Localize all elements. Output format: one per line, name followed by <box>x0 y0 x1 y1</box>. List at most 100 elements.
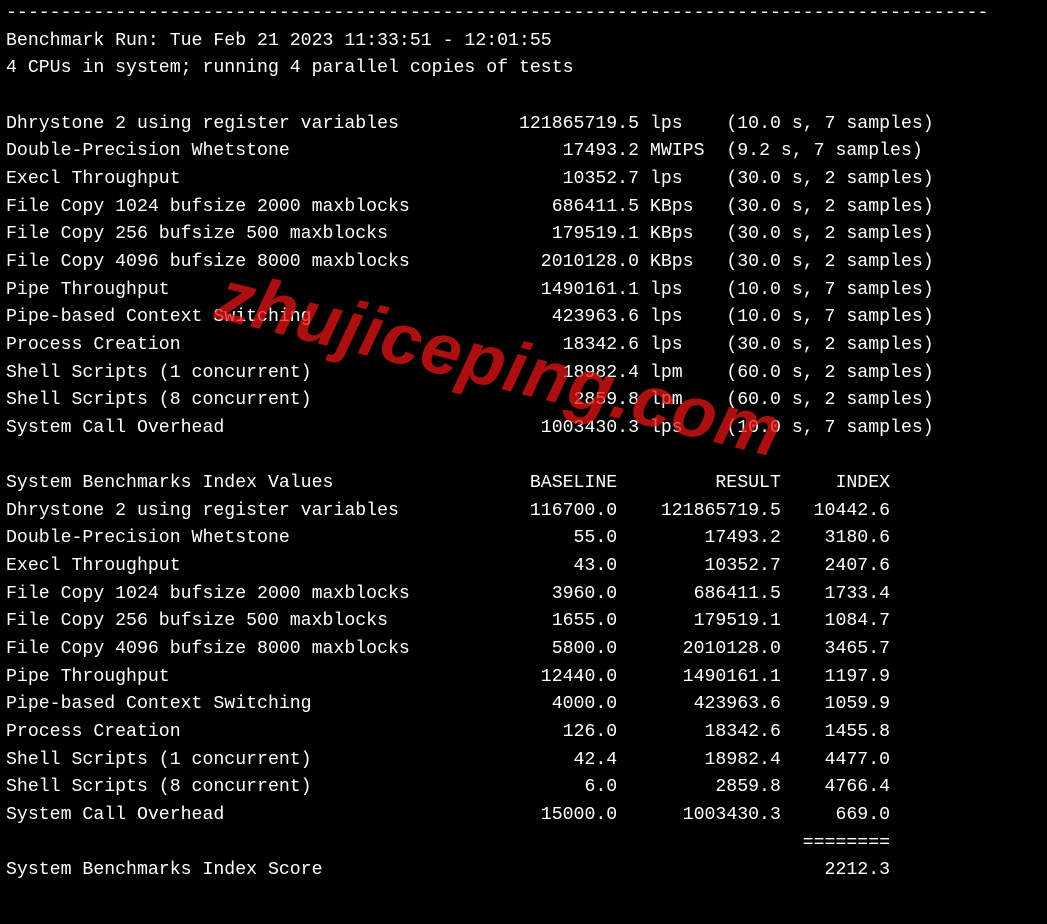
index-index: 1197.9 <box>781 664 890 692</box>
index-result: 2859.8 <box>617 774 781 802</box>
results-block: Dhrystone 2 using register variables1218… <box>6 111 1041 443</box>
index-index: 1084.7 <box>781 608 890 636</box>
result-gap <box>705 277 727 305</box>
index-index: 669.0 <box>781 802 890 830</box>
index-name: Dhrystone 2 using register variables <box>6 498 464 526</box>
index-rule: ======== <box>781 830 890 858</box>
index-index: 1733.4 <box>781 581 890 609</box>
index-index: 2407.6 <box>781 553 890 581</box>
result-unit: lps <box>639 166 704 194</box>
index-result: 2010128.0 <box>617 636 781 664</box>
index-result: 686411.5 <box>617 581 781 609</box>
index-header-result: RESULT <box>617 470 781 498</box>
result-gap <box>705 249 727 277</box>
index-row: Pipe-based Context Switching4000.0423963… <box>6 691 1041 719</box>
result-unit: lps <box>639 111 704 139</box>
index-row: Process Creation126.018342.61455.8 <box>6 719 1041 747</box>
result-unit: lps <box>639 277 704 305</box>
index-name: Process Creation <box>6 719 464 747</box>
index-index: 4477.0 <box>781 747 890 775</box>
index-row: Shell Scripts (8 concurrent)6.02859.8476… <box>6 774 1041 802</box>
result-samples: (10.0 s, 7 samples) <box>726 277 1032 305</box>
result-row: Pipe-based Context Switching423963.6lps (… <box>6 304 1041 332</box>
result-name: File Copy 4096 bufsize 8000 maxblocks <box>6 249 464 277</box>
result-value: 2010128.0 <box>464 249 639 277</box>
result-value: 423963.6 <box>464 304 639 332</box>
result-samples: (9.2 s, 7 samples) <box>726 138 1032 166</box>
index-result: 423963.6 <box>617 691 781 719</box>
index-result: 18982.4 <box>617 747 781 775</box>
blank-line <box>6 443 1041 471</box>
index-header-index: INDEX <box>781 470 890 498</box>
result-row: File Copy 1024 bufsize 2000 maxblocks686… <box>6 194 1041 222</box>
score-label: System Benchmarks Index Score <box>6 857 464 885</box>
index-name: Shell Scripts (8 concurrent) <box>6 774 464 802</box>
index-name: File Copy 256 bufsize 500 maxblocks <box>6 608 464 636</box>
result-name: Pipe-based Context Switching <box>6 304 464 332</box>
index-row: System Call Overhead15000.01003430.3669.… <box>6 802 1041 830</box>
result-name: Shell Scripts (1 concurrent) <box>6 360 464 388</box>
result-unit: lpm <box>639 360 704 388</box>
score-row: System Benchmarks Index Score 2212.3 <box>6 857 1041 885</box>
benchmark-run-line: Benchmark Run: Tue Feb 21 2023 11:33:51 … <box>6 28 1041 56</box>
terminal-output: ----------------------------------------… <box>0 0 1047 924</box>
index-header-row: System Benchmarks Index Values BASELINE … <box>6 470 1041 498</box>
index-rule-row: ======== <box>6 830 1041 858</box>
result-value: 1490161.1 <box>464 277 639 305</box>
index-row: File Copy 1024 bufsize 2000 maxblocks396… <box>6 581 1041 609</box>
result-row: Double-Precision Whetstone17493.2MWIPS (9… <box>6 138 1041 166</box>
result-value: 18342.6 <box>464 332 639 360</box>
index-baseline: 1655.0 <box>464 608 617 636</box>
result-gap <box>705 194 727 222</box>
index-name: Pipe-based Context Switching <box>6 691 464 719</box>
result-gap <box>705 166 727 194</box>
result-name: File Copy 256 bufsize 500 maxblocks <box>6 221 464 249</box>
index-index: 10442.6 <box>781 498 890 526</box>
result-samples: (30.0 s, 2 samples) <box>726 221 1032 249</box>
result-name: Execl Throughput <box>6 166 464 194</box>
result-value: 17493.2 <box>464 138 639 166</box>
index-baseline: 43.0 <box>464 553 617 581</box>
result-value: 2859.8 <box>464 387 639 415</box>
result-unit: KBps <box>639 194 704 222</box>
result-samples: (10.0 s, 7 samples) <box>726 304 1032 332</box>
index-row: Dhrystone 2 using register variables1167… <box>6 498 1041 526</box>
index-header-baseline: BASELINE <box>464 470 617 498</box>
index-row: Execl Throughput43.010352.72407.6 <box>6 553 1041 581</box>
index-baseline: 15000.0 <box>464 802 617 830</box>
result-gap <box>705 304 727 332</box>
result-name: File Copy 1024 bufsize 2000 maxblocks <box>6 194 464 222</box>
result-samples: (60.0 s, 2 samples) <box>726 360 1032 388</box>
result-samples: (60.0 s, 2 samples) <box>726 387 1032 415</box>
index-index: 3465.7 <box>781 636 890 664</box>
index-name: Double-Precision Whetstone <box>6 525 464 553</box>
index-block: Dhrystone 2 using register variables1167… <box>6 498 1041 830</box>
index-name: Shell Scripts (1 concurrent) <box>6 747 464 775</box>
index-baseline: 12440.0 <box>464 664 617 692</box>
result-unit: lpm <box>639 387 704 415</box>
result-unit: lps <box>639 304 704 332</box>
index-row: Shell Scripts (1 concurrent)42.418982.44… <box>6 747 1041 775</box>
index-name: System Call Overhead <box>6 802 464 830</box>
result-name: System Call Overhead <box>6 415 464 443</box>
result-gap <box>705 332 727 360</box>
result-row: Process Creation18342.6lps(30.0 s, 2 sam… <box>6 332 1041 360</box>
index-baseline: 126.0 <box>464 719 617 747</box>
index-name: Execl Throughput <box>6 553 464 581</box>
index-baseline: 6.0 <box>464 774 617 802</box>
result-value: 10352.7 <box>464 166 639 194</box>
index-row: Double-Precision Whetstone55.017493.2318… <box>6 525 1041 553</box>
index-result: 121865719.5 <box>617 498 781 526</box>
index-result: 1490161.1 <box>617 664 781 692</box>
result-name: Dhrystone 2 using register variables <box>6 111 464 139</box>
result-value: 1003430.3 <box>464 415 639 443</box>
index-baseline: 4000.0 <box>464 691 617 719</box>
result-value: 18982.4 <box>464 360 639 388</box>
blank-line <box>6 83 1041 111</box>
result-unit: MWIPS <box>639 138 704 166</box>
index-result: 18342.6 <box>617 719 781 747</box>
result-samples: (30.0 s, 2 samples) <box>726 332 1032 360</box>
result-name: Double-Precision Whetstone <box>6 138 464 166</box>
result-samples: (10.0 s, 7 samples) <box>726 111 1032 139</box>
result-samples: (10.0 s, 7 samples) <box>726 415 1032 443</box>
